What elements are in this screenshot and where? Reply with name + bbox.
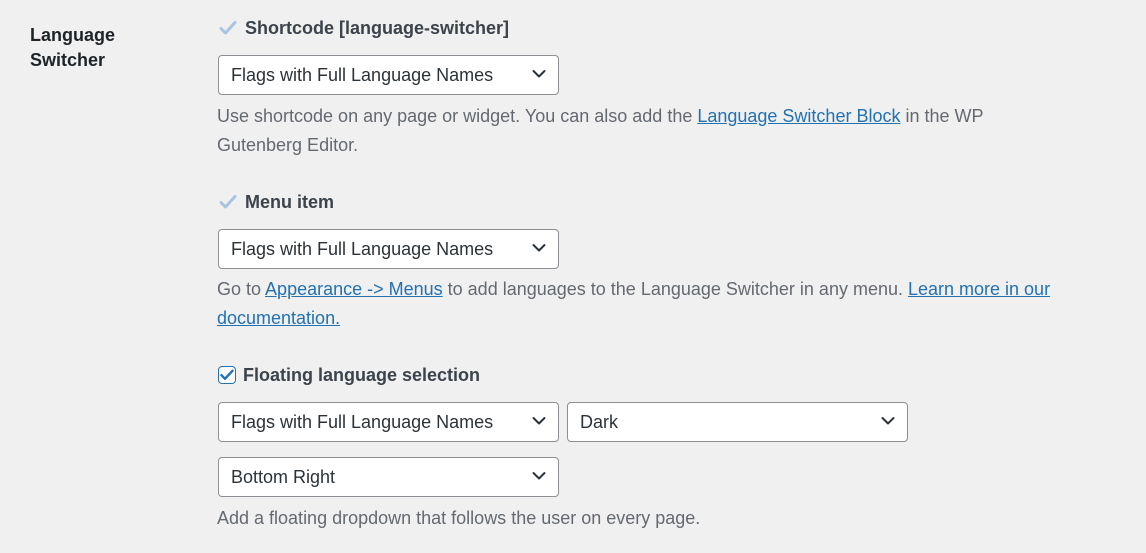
floating-position-select[interactable]: Bottom Right bbox=[218, 457, 559, 497]
floating-style-select[interactable]: Flags with Full Language Names bbox=[218, 402, 559, 442]
chevron-down-icon bbox=[881, 417, 895, 425]
menu-item-style-select-value: Flags with Full Language Names bbox=[231, 238, 494, 259]
menu-item-desc-text: Go to bbox=[217, 279, 266, 299]
floating-theme-select-value: Dark bbox=[580, 411, 619, 432]
shortcode-description: Use shortcode on any page or widget. You… bbox=[217, 102, 1037, 160]
menu-item-style-select[interactable]: Flags with Full Language Names bbox=[218, 229, 559, 269]
shortcode-checkbox-row: Shortcode [language-switcher] bbox=[218, 15, 509, 41]
shortcode-desc-text: Use shortcode on any page or widget. You… bbox=[217, 106, 698, 126]
menu-item-checkbox-row: Menu item bbox=[218, 189, 334, 215]
language-switcher-block-link[interactable]: Language Switcher Block bbox=[697, 106, 900, 126]
menu-item-checkbox bbox=[218, 192, 238, 212]
shortcode-style-select-value: Flags with Full Language Names bbox=[231, 64, 494, 85]
chevron-down-icon bbox=[532, 244, 546, 252]
shortcode-style-select[interactable]: Flags with Full Language Names bbox=[218, 55, 559, 95]
floating-theme-select[interactable]: Dark bbox=[567, 402, 908, 442]
checkmark-icon bbox=[219, 195, 237, 209]
floating-description: Add a floating dropdown that follows the… bbox=[217, 508, 701, 528]
menu-item-description: Go to Appearance -> Menus to add languag… bbox=[217, 275, 1087, 333]
menu-item-checkbox-label: Menu item bbox=[245, 192, 335, 212]
checkmark-icon bbox=[220, 369, 234, 380]
row-label: Language Switcher bbox=[30, 25, 116, 70]
floating-position-select-value: Bottom Right bbox=[231, 466, 336, 487]
menu-item-desc-text-middle: to add languages to the Language Switche… bbox=[442, 279, 908, 299]
floating-checkbox-row[interactable]: Floating language selection bbox=[218, 362, 480, 388]
floating-checkbox-label[interactable]: Floating language selection bbox=[243, 362, 480, 388]
floating-checkbox[interactable] bbox=[218, 366, 236, 384]
chevron-down-icon bbox=[532, 70, 546, 78]
chevron-down-icon bbox=[532, 417, 546, 425]
checkmark-icon bbox=[219, 21, 237, 35]
chevron-down-icon bbox=[532, 472, 546, 480]
shortcode-checkbox-label: Shortcode [language-switcher] bbox=[245, 18, 510, 38]
shortcode-checkbox bbox=[218, 18, 238, 38]
appearance-menus-link[interactable]: Appearance -> Menus bbox=[265, 279, 443, 299]
floating-style-select-value: Flags with Full Language Names bbox=[231, 411, 494, 432]
